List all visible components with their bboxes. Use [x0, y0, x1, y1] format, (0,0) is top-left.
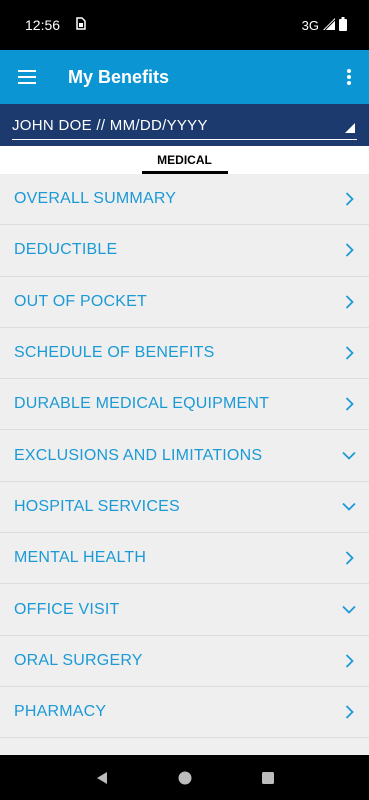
member-bar: JOHN DOE // MM/DD/YYYY — [0, 104, 369, 146]
chevron-right-icon — [341, 242, 357, 258]
list-item-label: HOSPITAL SERVICES — [14, 497, 180, 515]
chevron-down-icon — [341, 602, 357, 618]
list-item-mental-health[interactable]: MENTAL HEALTH — [0, 533, 369, 585]
tab-medical[interactable]: MEDICAL — [141, 146, 228, 174]
list-item-label: MENTAL HEALTH — [14, 549, 147, 567]
status-bar: 12:56 3G — [0, 0, 369, 50]
list-item-label: OFFICE VISIT — [14, 600, 120, 618]
list-item-deductible[interactable]: DEDUCTIBLE — [0, 225, 369, 277]
list-item-label: EXCLUSIONS AND LIMITATIONS — [14, 446, 263, 464]
chevron-down-icon — [341, 448, 357, 464]
tab-bar: MEDICAL — [0, 146, 369, 174]
chevron-right-icon — [341, 294, 357, 310]
chevron-right-icon — [341, 191, 357, 207]
list-item-hospital-services[interactable]: HOSPITAL SERVICES — [0, 482, 369, 534]
chevron-right-icon — [341, 345, 357, 361]
list-item-label: DURABLE MEDICAL EQUIPMENT — [14, 395, 270, 413]
list-item-out-of-pocket[interactable]: OUT OF POCKET — [0, 277, 369, 328]
list-item-label: DEDUCTIBLE — [14, 241, 118, 259]
more-vertical-icon[interactable] — [329, 50, 369, 104]
member-dropdown[interactable]: JOHN DOE // MM/DD/YYYY — [12, 114, 357, 140]
signal-icon — [323, 17, 336, 33]
list-item-overall-summary[interactable]: OVERALL SUMMARY — [0, 174, 369, 226]
chevron-down-icon — [341, 499, 357, 515]
chevron-right-icon — [341, 653, 357, 669]
benefits-list: OVERALL SUMMARY DEDUCTIBLE OUT OF POCKET… — [0, 174, 369, 755]
list-item-label: SCHEDULE OF BENEFITS — [14, 344, 215, 362]
app-bar: My Benefits — [0, 50, 369, 104]
chevron-right-icon — [341, 550, 357, 566]
list-item-label: ORAL SURGERY — [14, 651, 143, 669]
list-item-label: OVERALL SUMMARY — [14, 190, 177, 208]
chevron-right-icon — [341, 704, 357, 720]
system-nav-bar — [0, 755, 369, 800]
list-item-exclusions-and-limitations[interactable]: EXCLUSIONS AND LIMITATIONS — [0, 430, 369, 482]
status-right: 3G — [301, 16, 347, 34]
list-item-label: OUT OF POCKET — [14, 292, 147, 310]
list-item-oral-surgery[interactable]: ORAL SURGERY — [0, 636, 369, 687]
dropdown-arrow-icon — [345, 120, 355, 137]
list-item-label: PHARMACY — [14, 703, 107, 721]
network-type: 3G — [301, 17, 319, 33]
home-circle-icon[interactable] — [170, 763, 200, 793]
hamburger-menu-icon[interactable] — [0, 50, 54, 104]
member-dropdown-value: JOHN DOE // MM/DD/YYYY — [12, 117, 208, 134]
list-item-schedule-of-benefits[interactable]: SCHEDULE OF BENEFITS — [0, 328, 369, 380]
chevron-right-icon — [341, 396, 357, 412]
page-title: My Benefits — [68, 66, 170, 87]
list-item-pharmacy[interactable]: PHARMACY — [0, 687, 369, 739]
status-time: 12:56 — [25, 17, 61, 33]
recents-square-icon[interactable] — [253, 763, 283, 793]
list-item-durable-medical-equipment[interactable]: DURABLE MEDICAL EQUIPMENT — [0, 379, 369, 431]
back-triangle-icon[interactable] — [87, 763, 117, 793]
battery-icon — [339, 16, 347, 34]
sim-card-icon — [76, 17, 86, 33]
list-item-office-visit[interactable]: OFFICE VISIT — [0, 584, 369, 636]
